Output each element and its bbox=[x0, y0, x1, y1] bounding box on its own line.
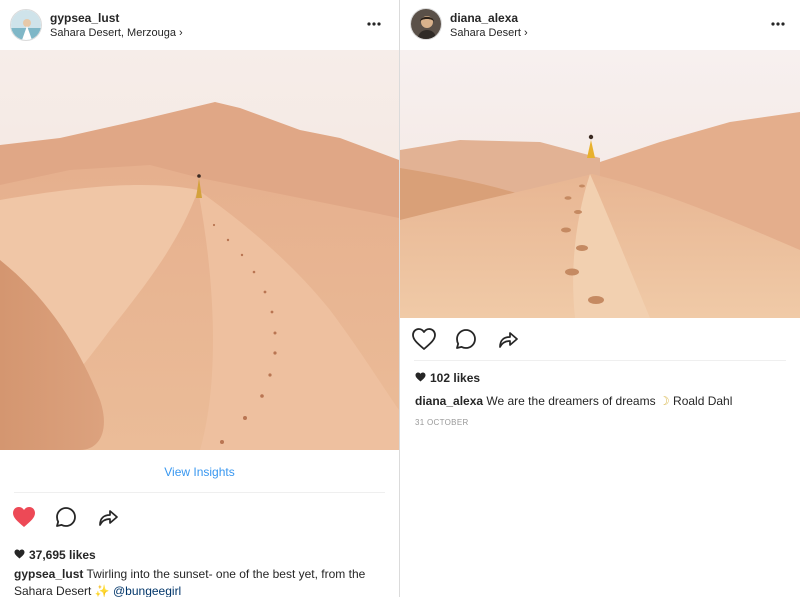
caption: diana_alexa We are the dreamers of dream… bbox=[415, 393, 795, 410]
caption-text: Twirling into the sunset- one of the bes… bbox=[86, 567, 366, 581]
share-button[interactable] bbox=[96, 505, 120, 534]
location-text: Sahara Desert, Merzouga bbox=[50, 27, 176, 39]
post-photo[interactable] bbox=[0, 50, 399, 450]
comment-button[interactable] bbox=[454, 327, 478, 356]
divider bbox=[14, 492, 385, 493]
like-button[interactable] bbox=[12, 506, 36, 533]
comment-button[interactable] bbox=[54, 505, 78, 534]
caption-mention[interactable]: @bungeegirl bbox=[113, 584, 181, 597]
caption-text-line-2: Sahara Desert ✨ bbox=[14, 584, 110, 597]
post-photo[interactable] bbox=[400, 50, 800, 318]
caption: gypsea_lust Twirling into the sunset- on… bbox=[14, 566, 394, 597]
chevron-right-icon: › bbox=[179, 27, 183, 39]
post-right: diana_alexa Sahara Desert › 102 likes di… bbox=[400, 0, 800, 597]
more-options-button[interactable] bbox=[771, 13, 785, 31]
caption-username[interactable]: gypsea_lust bbox=[14, 567, 83, 581]
likes-count-text: 37,695 likes bbox=[29, 548, 96, 562]
avatar[interactable] bbox=[10, 9, 42, 41]
more-options-button[interactable] bbox=[367, 13, 381, 31]
username[interactable]: gypsea_lust bbox=[50, 11, 119, 25]
caption-text: We are the dreamers of dreams bbox=[486, 394, 656, 408]
post-actions bbox=[12, 505, 120, 534]
location-link[interactable]: Sahara Desert › bbox=[450, 27, 528, 39]
share-icon bbox=[499, 332, 518, 348]
post-actions bbox=[412, 327, 520, 356]
divider bbox=[414, 360, 786, 361]
post-date: 31 OCTOBER bbox=[415, 418, 469, 427]
comment-icon bbox=[56, 507, 76, 527]
heart-icon bbox=[415, 372, 426, 382]
location-link[interactable]: Sahara Desert, Merzouga › bbox=[50, 27, 183, 39]
post-header: diana_alexa Sahara Desert › bbox=[400, 0, 800, 50]
share-button[interactable] bbox=[496, 327, 520, 356]
heart-icon bbox=[412, 328, 436, 350]
caption-author: Roald Dahl bbox=[673, 394, 733, 408]
share-icon bbox=[99, 510, 118, 526]
like-button[interactable] bbox=[412, 328, 436, 355]
caption-username[interactable]: diana_alexa bbox=[415, 394, 483, 408]
post-header: gypsea_lust Sahara Desert, Merzouga › bbox=[0, 0, 399, 50]
likes-count[interactable]: 37,695 likes bbox=[14, 548, 96, 562]
view-insights-link[interactable]: View Insights bbox=[0, 465, 399, 479]
more-icon bbox=[771, 22, 785, 26]
moon-icon: ☽ bbox=[658, 394, 670, 408]
more-icon bbox=[367, 22, 381, 26]
heart-icon bbox=[13, 507, 35, 527]
heart-icon bbox=[14, 549, 25, 559]
post-left: gypsea_lust Sahara Desert, Merzouga › Vi… bbox=[0, 0, 399, 597]
chevron-right-icon: › bbox=[524, 27, 528, 39]
location-text: Sahara Desert bbox=[450, 27, 521, 39]
comment-icon bbox=[456, 329, 476, 349]
avatar[interactable] bbox=[410, 8, 442, 40]
likes-count-text: 102 likes bbox=[430, 371, 481, 385]
likes-count[interactable]: 102 likes bbox=[415, 371, 480, 385]
username[interactable]: diana_alexa bbox=[450, 11, 518, 25]
